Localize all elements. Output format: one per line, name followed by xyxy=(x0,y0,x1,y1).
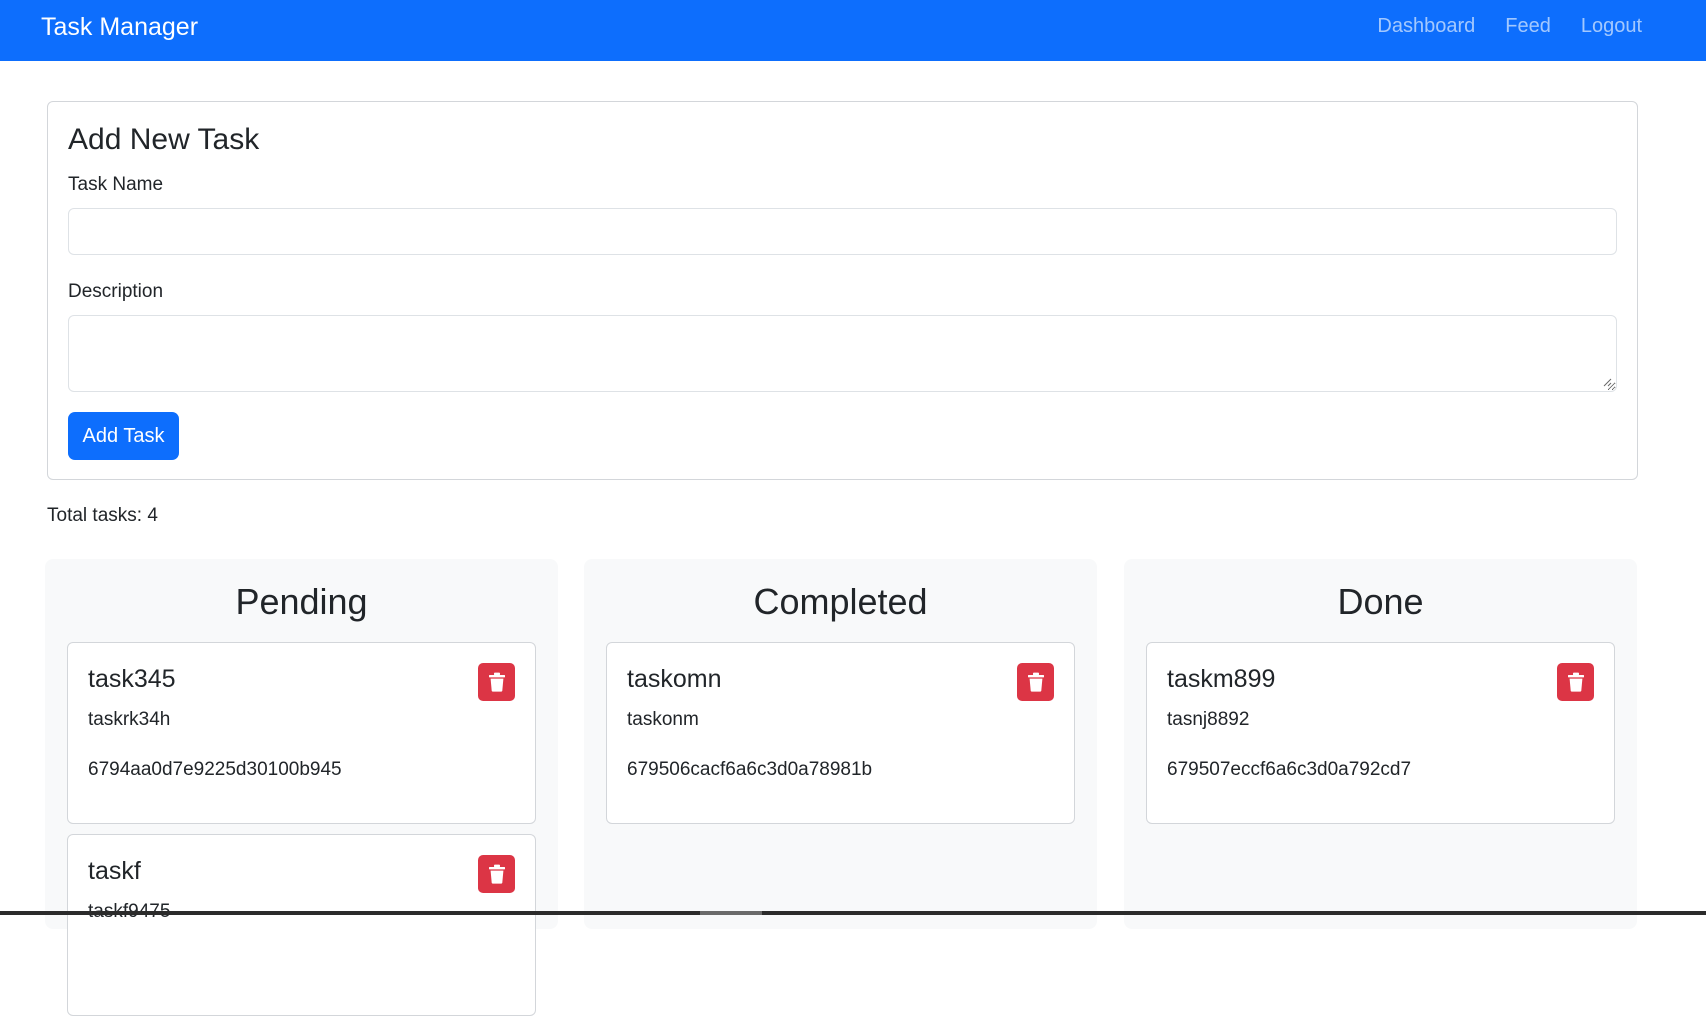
brand-link[interactable]: Task Manager xyxy=(41,13,198,42)
nav-link-logout[interactable]: Logout xyxy=(1581,15,1642,38)
task-name-input[interactable] xyxy=(68,208,1617,255)
column-title: Pending xyxy=(235,581,368,622)
task-name: taskm899 xyxy=(1167,665,1276,693)
description-label: Description xyxy=(68,281,164,302)
task-id: 679507eccf6a6c3d0a792cd7 xyxy=(1167,759,1412,780)
task-card: taskm899 tasnj8892 679507eccf6a6c3d0a792… xyxy=(1146,642,1615,824)
trash-icon xyxy=(1027,672,1044,692)
column-pending: Pending task345 taskrk34h 6794aa0d7e9225… xyxy=(45,559,558,1016)
task-id: 679506cacf6a6c3d0a78981b xyxy=(627,759,873,780)
task-description: taskonm xyxy=(627,709,699,730)
column-completed: Completed taskomn taskonm 679506cacf6a6c… xyxy=(584,559,1097,929)
description-textarea[interactable] xyxy=(68,315,1617,392)
task-name-label: Task Name xyxy=(68,174,164,195)
nav-links: Dashboard Feed Logout xyxy=(1377,15,1642,38)
navbar: Task Manager Dashboard Feed Logout xyxy=(0,0,1706,61)
delete-task-button[interactable] xyxy=(1017,663,1054,701)
delete-task-button[interactable] xyxy=(1557,663,1594,701)
delete-task-button[interactable] xyxy=(478,855,515,893)
add-task-form: Add New Task Task Name Description Add T… xyxy=(47,101,1638,480)
column-title: Done xyxy=(1337,581,1424,622)
column-title: Completed xyxy=(753,581,928,622)
nav-link-dashboard[interactable]: Dashboard xyxy=(1377,15,1475,38)
horizontal-scrollbar-track xyxy=(0,911,1706,915)
task-description: tasnj8892 xyxy=(1167,709,1250,730)
task-name: taskomn xyxy=(627,665,722,693)
delete-task-button[interactable] xyxy=(478,663,515,701)
trash-icon xyxy=(1567,672,1584,692)
task-id: 6794aa0d7e9225d30100b945 xyxy=(88,759,342,780)
task-card: taskf taskf9475 xyxy=(67,834,536,1016)
nav-link-feed[interactable]: Feed xyxy=(1505,15,1551,38)
total-tasks: Total tasks: 4 xyxy=(47,505,158,526)
horizontal-scrollbar-thumb[interactable] xyxy=(700,911,762,915)
task-card: taskomn taskonm 679506cacf6a6c3d0a78981b xyxy=(606,642,1075,824)
add-task-button[interactable]: Add Task xyxy=(68,412,179,460)
column-done: Done taskm899 tasnj8892 679507eccf6a6c3d… xyxy=(1124,559,1637,929)
trash-icon xyxy=(488,672,505,692)
task-description: taskrk34h xyxy=(88,709,171,730)
form-title: Add New Task xyxy=(68,123,260,156)
task-name: taskf xyxy=(88,857,141,885)
trash-icon xyxy=(488,864,505,884)
task-card: task345 taskrk34h 6794aa0d7e9225d30100b9… xyxy=(67,642,536,824)
task-name: task345 xyxy=(88,665,176,693)
